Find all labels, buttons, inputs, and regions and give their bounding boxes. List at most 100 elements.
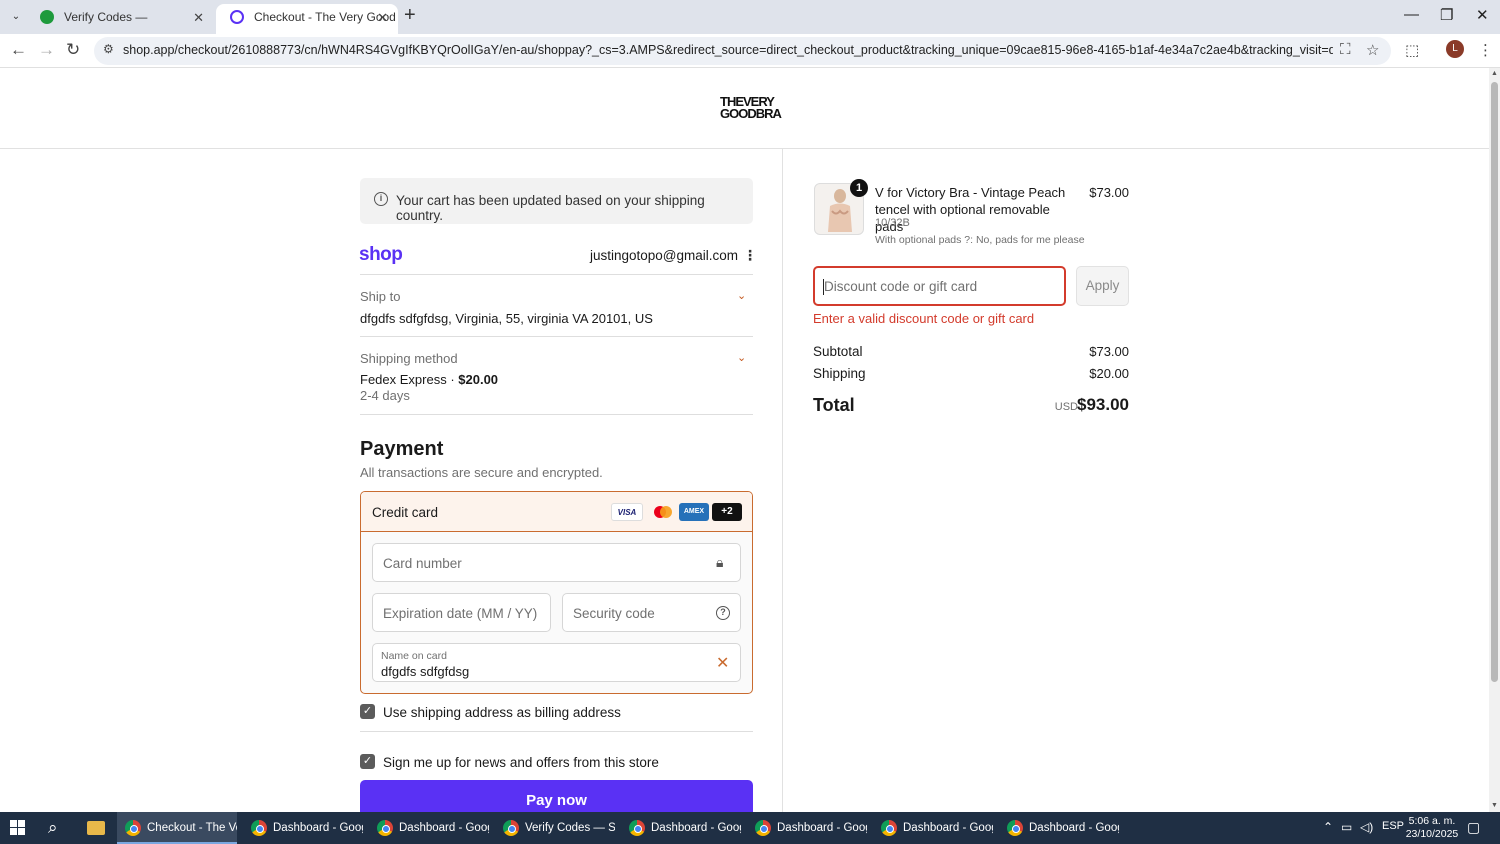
url-text[interactable]: shop.app/checkout/2610888773/cn/hWN4RS4G…	[123, 43, 1333, 57]
browser-tab-bar: ⌄ Verify Codes — SimplyCodes ✕ Checkout …	[0, 0, 1500, 50]
volume-icon[interactable]: ◁)	[1360, 820, 1373, 834]
discount-placeholder: Discount code or gift card	[824, 279, 978, 294]
clock-date: 23/10/2025	[1405, 828, 1459, 840]
discount-error: Enter a valid discount code or gift card	[813, 311, 1035, 326]
notifications-icon[interactable]: ▢	[1467, 819, 1480, 836]
billing-address-label[interactable]: Use shipping address as billing address	[383, 705, 621, 720]
taskbar-item-label: Dashboard - Googl...	[1029, 822, 1119, 834]
bookmark-star-icon[interactable]: ☆	[1366, 41, 1379, 59]
payment-heading: Payment	[360, 438, 444, 460]
mastercard-icon	[647, 503, 679, 521]
taskbar-item-dashboard[interactable]: Dashboard - Googl...	[369, 812, 489, 844]
system-clock[interactable]: 5:06 a. m. 23/10/2025	[1404, 815, 1460, 841]
chrome-icon	[503, 820, 519, 836]
divider	[360, 414, 753, 415]
tray-expand-icon[interactable]: ⌃	[1323, 820, 1333, 834]
close-tab-icon[interactable]: ✕	[377, 5, 388, 31]
apply-button[interactable]: Apply	[1076, 266, 1129, 306]
taskbar-item-checkout[interactable]: Checkout - The Ver...	[117, 812, 237, 844]
security-code-placeholder: Security code	[573, 606, 655, 621]
back-icon[interactable]: ←	[10, 40, 27, 60]
divider	[360, 731, 753, 732]
chrome-icon	[125, 820, 141, 836]
shipping-value: $20.00	[1089, 366, 1129, 381]
file-explorer-icon[interactable]	[87, 821, 105, 835]
tab-checkout[interactable]: Checkout - The Very Good Bra ✕	[216, 4, 398, 50]
taskbar-item-dashboard[interactable]: Dashboard - Googl...	[999, 812, 1119, 844]
logo-line-2: GOODBRA	[720, 106, 782, 121]
credit-card-option[interactable]: Credit card VISA AMEX +2	[361, 492, 752, 532]
card-number-input[interactable]: Card number 🔒︎	[372, 543, 741, 582]
divider	[360, 336, 753, 337]
security-code-input[interactable]: Security code ?	[562, 593, 741, 632]
forward-icon[interactable]: →	[38, 40, 55, 60]
taskbar-item-label: Dashboard - Googl...	[651, 822, 741, 834]
expiration-date-input[interactable]: Expiration date (MM / YY)	[372, 593, 551, 632]
browser-menu-icon[interactable]: ⋮	[1478, 41, 1493, 59]
omnibox[interactable]: ⚙ shop.app/checkout/2610888773/cn/hWN4RS…	[94, 37, 1391, 65]
window-close-icon[interactable]: ✕	[1476, 6, 1489, 24]
expiry-placeholder: Expiration date (MM / YY)	[383, 606, 538, 621]
scroll-up-icon[interactable]: ▲	[1491, 70, 1498, 77]
newsletter-label[interactable]: Sign me up for news and offers from this…	[383, 755, 659, 770]
discount-code-input[interactable]: Discount code or gift card	[813, 266, 1066, 306]
ship-to-label: Ship to	[360, 289, 401, 304]
visa-icon: VISA	[611, 503, 643, 521]
taskbar-item-label: Dashboard - Googl...	[399, 822, 489, 834]
ship-to-chevron-down-icon[interactable]: ⌄	[737, 289, 746, 302]
taskbar-item-dashboard[interactable]: Dashboard - Googl...	[873, 812, 993, 844]
quantity-badge: 1	[850, 179, 868, 197]
amex-icon: AMEX	[679, 503, 709, 521]
shipping-eta: 2-4 days	[360, 388, 410, 403]
page-scrollbar[interactable]: ▲ ▼	[1489, 68, 1500, 812]
subtotal-value: $73.00	[1089, 344, 1129, 359]
extensions-icon[interactable]: ⬚	[1405, 41, 1419, 59]
network-icon[interactable]: ▭	[1341, 820, 1352, 834]
taskbar-item-dashboard[interactable]: Dashboard - Googl...	[621, 812, 741, 844]
column-divider	[782, 148, 783, 812]
close-tab-icon[interactable]: ✕	[193, 5, 204, 31]
name-on-card-input[interactable]: Name on card dfgdfs sdfgfdsg ✕	[372, 643, 741, 682]
restore-icon[interactable]: ❐	[1440, 6, 1453, 24]
subtotal-label: Subtotal	[813, 344, 863, 359]
product-option: With optional pads ?: No, pads for me pl…	[875, 234, 1085, 246]
pay-now-button[interactable]: Pay now	[360, 780, 753, 812]
chrome-icon	[881, 820, 897, 836]
shipping-method-chevron-down-icon[interactable]: ⌄	[737, 351, 746, 364]
site-info-icon[interactable]: ⚙	[103, 42, 114, 56]
shipping-method-price: $20.00	[458, 372, 499, 387]
chrome-icon	[629, 820, 645, 836]
reload-icon[interactable]: ↻	[66, 40, 80, 60]
tab-search-dropdown-icon[interactable]: ⌄	[6, 7, 26, 27]
product-price: $73.00	[1089, 185, 1129, 200]
language-indicator[interactable]: ESP	[1382, 820, 1404, 832]
taskbar-item-dashboard[interactable]: Dashboard - Googl...	[747, 812, 867, 844]
card-number-placeholder: Card number	[383, 556, 462, 571]
search-icon[interactable]: ⌕	[48, 818, 58, 838]
scroll-down-icon[interactable]: ▼	[1491, 802, 1498, 809]
payment-subtitle: All transactions are secure and encrypte…	[360, 465, 603, 480]
scrollbar-thumb[interactable]	[1491, 82, 1498, 682]
account-menu-icon[interactable]: ⋮	[743, 247, 757, 264]
new-tab-icon[interactable]: +	[404, 4, 416, 27]
profile-avatar[interactable]: L	[1446, 40, 1464, 58]
help-icon[interactable]: ?	[716, 606, 730, 620]
shipping-method-label: Shipping method	[360, 351, 458, 366]
store-logo[interactable]: THEVERY GOODBRA	[720, 95, 782, 121]
minimize-icon[interactable]: —	[1404, 6, 1419, 23]
notice-text: Your cart has been updated based on your…	[396, 193, 705, 223]
product-size: 10/32B	[875, 217, 910, 229]
taskbar-item-dashboard[interactable]: Dashboard - Googl...	[243, 812, 363, 844]
windows-start-icon[interactable]	[10, 820, 26, 836]
name-on-card-value: dfgdfs sdfgfdsg	[381, 664, 470, 679]
credit-card-label: Credit card	[372, 505, 439, 520]
translate-icon[interactable]: ⛶	[1340, 41, 1351, 58]
taskbar-item-label: Checkout - The Ver...	[147, 822, 237, 834]
tab-verify-codes[interactable]: Verify Codes — SimplyCodes ✕	[26, 4, 214, 50]
clear-icon[interactable]: ✕	[716, 653, 729, 673]
more-cards-badge: +2	[712, 503, 742, 521]
newsletter-checkbox[interactable]: ✓	[360, 754, 375, 769]
credit-card-panel: Credit card VISA AMEX +2 Card number 🔒︎ …	[360, 491, 753, 694]
taskbar-item-verify-codes[interactable]: Verify Codes — Sim...	[495, 812, 615, 844]
billing-address-checkbox[interactable]: ✓	[360, 704, 375, 719]
